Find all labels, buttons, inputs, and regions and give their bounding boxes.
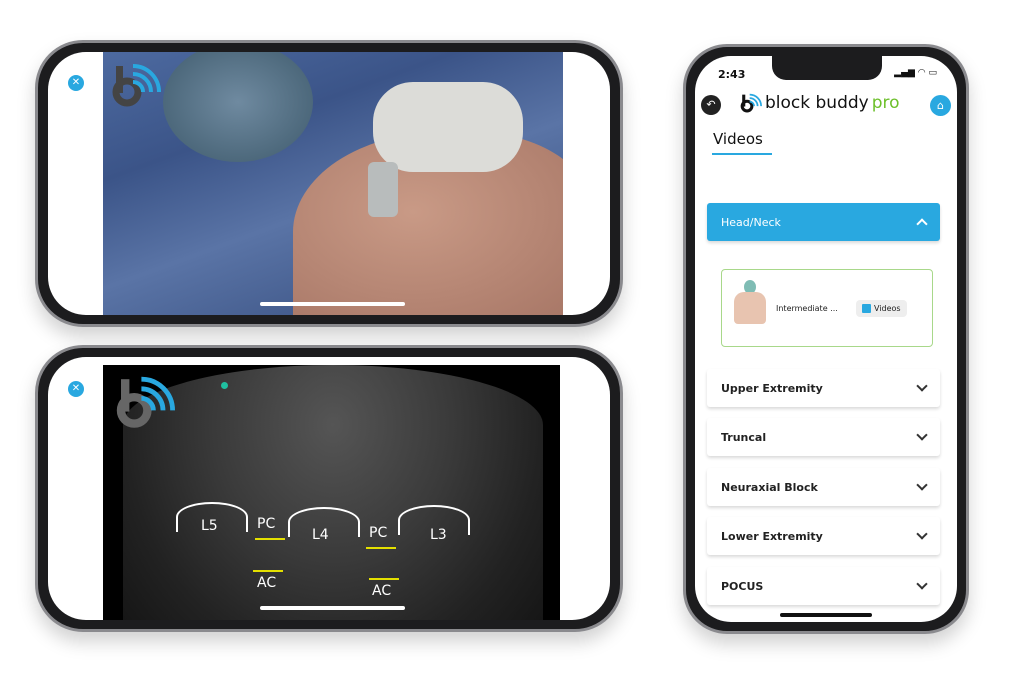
label-ac: AC [257, 575, 277, 591]
close-icon[interactable]: ✕ [68, 381, 84, 397]
chevron-down-icon [916, 578, 928, 590]
dynamic-notch [772, 56, 882, 80]
label-l3: L3 [430, 527, 447, 543]
section-truncal[interactable]: Truncal [707, 418, 940, 456]
tab-underline [712, 153, 772, 155]
section-label: Lower Extremity [721, 529, 823, 543]
section-head-neck[interactable]: Head/Neck [707, 203, 940, 241]
button-label: Videos [874, 303, 901, 313]
block-buddy-logo [116, 376, 175, 428]
status-icons: ▂▄▆ ◠ ▭ [894, 68, 937, 78]
section-label: Neuraxial Block [721, 480, 818, 494]
brand-suffix: pro [871, 93, 900, 113]
ultrasound-fan [123, 365, 543, 620]
block-buddy-logo [740, 93, 762, 113]
procedure-video[interactable] [103, 52, 563, 315]
home-indicator [260, 606, 405, 610]
chevron-down-icon [916, 479, 928, 491]
label-ac: AC [372, 583, 392, 599]
chevron-down-icon [916, 380, 928, 392]
home-indicator [260, 302, 405, 306]
section-label: Truncal [721, 430, 767, 444]
ultrasound-screen: ✕ L5 PC L4 PC L3 AC AC [48, 357, 610, 620]
tab-videos[interactable]: Videos [713, 130, 763, 148]
chevron-up-icon [916, 218, 928, 230]
ac-line [369, 578, 399, 580]
block-buddy-logo [112, 64, 161, 107]
home-indicator [780, 613, 872, 617]
label-pc: PC [257, 516, 276, 532]
gloved-hand [373, 82, 523, 172]
section-label: Head/Neck [721, 215, 781, 229]
label-l4: L4 [312, 527, 329, 543]
video-card[interactable]: Intermediate ... Videos [721, 269, 933, 347]
app-screen: 2:43 ▂▄▆ ◠ ▭ ↶ block buddy pro ⌂ Videos … [695, 56, 957, 622]
section-pocus[interactable]: POCUS [707, 567, 940, 605]
phone-app: 2:43 ▂▄▆ ◠ ▭ ↶ block buddy pro ⌂ Videos … [683, 44, 969, 634]
section-label: Upper Extremity [721, 381, 823, 395]
phone-ultrasound: ✕ L5 PC L4 PC L3 AC AC [35, 345, 623, 632]
marker-dot [221, 382, 228, 389]
chevron-down-icon [916, 429, 928, 441]
card-title: Intermediate ... [776, 303, 838, 313]
home-button[interactable]: ⌂ [930, 95, 951, 116]
brand-name: block buddy [765, 93, 869, 113]
surgical-cap [163, 52, 313, 162]
ultrasound-video[interactable]: L5 PC L4 PC L3 AC AC [103, 365, 560, 620]
app-brand: block buddy pro [740, 92, 900, 114]
phone-video: ✕ [35, 40, 623, 327]
label-l5: L5 [201, 518, 218, 534]
video-icon [862, 303, 871, 313]
card-videos-button[interactable]: Videos [856, 299, 907, 317]
back-button[interactable]: ↶ [701, 95, 721, 115]
status-time: 2:43 [718, 68, 746, 81]
pc-line [255, 538, 285, 540]
section-upper-extremity[interactable]: Upper Extremity [707, 369, 940, 407]
anatomy-figure [732, 278, 768, 338]
pc-line [366, 547, 396, 549]
ultrasound-probe [368, 162, 398, 217]
ac-line [253, 570, 283, 572]
section-label: POCUS [721, 579, 764, 593]
label-pc: PC [369, 525, 388, 541]
section-neuraxial-block[interactable]: Neuraxial Block [707, 468, 940, 506]
close-icon[interactable]: ✕ [68, 75, 84, 91]
video-screen: ✕ [48, 52, 610, 315]
chevron-down-icon [916, 528, 928, 540]
section-lower-extremity[interactable]: Lower Extremity [707, 517, 940, 555]
